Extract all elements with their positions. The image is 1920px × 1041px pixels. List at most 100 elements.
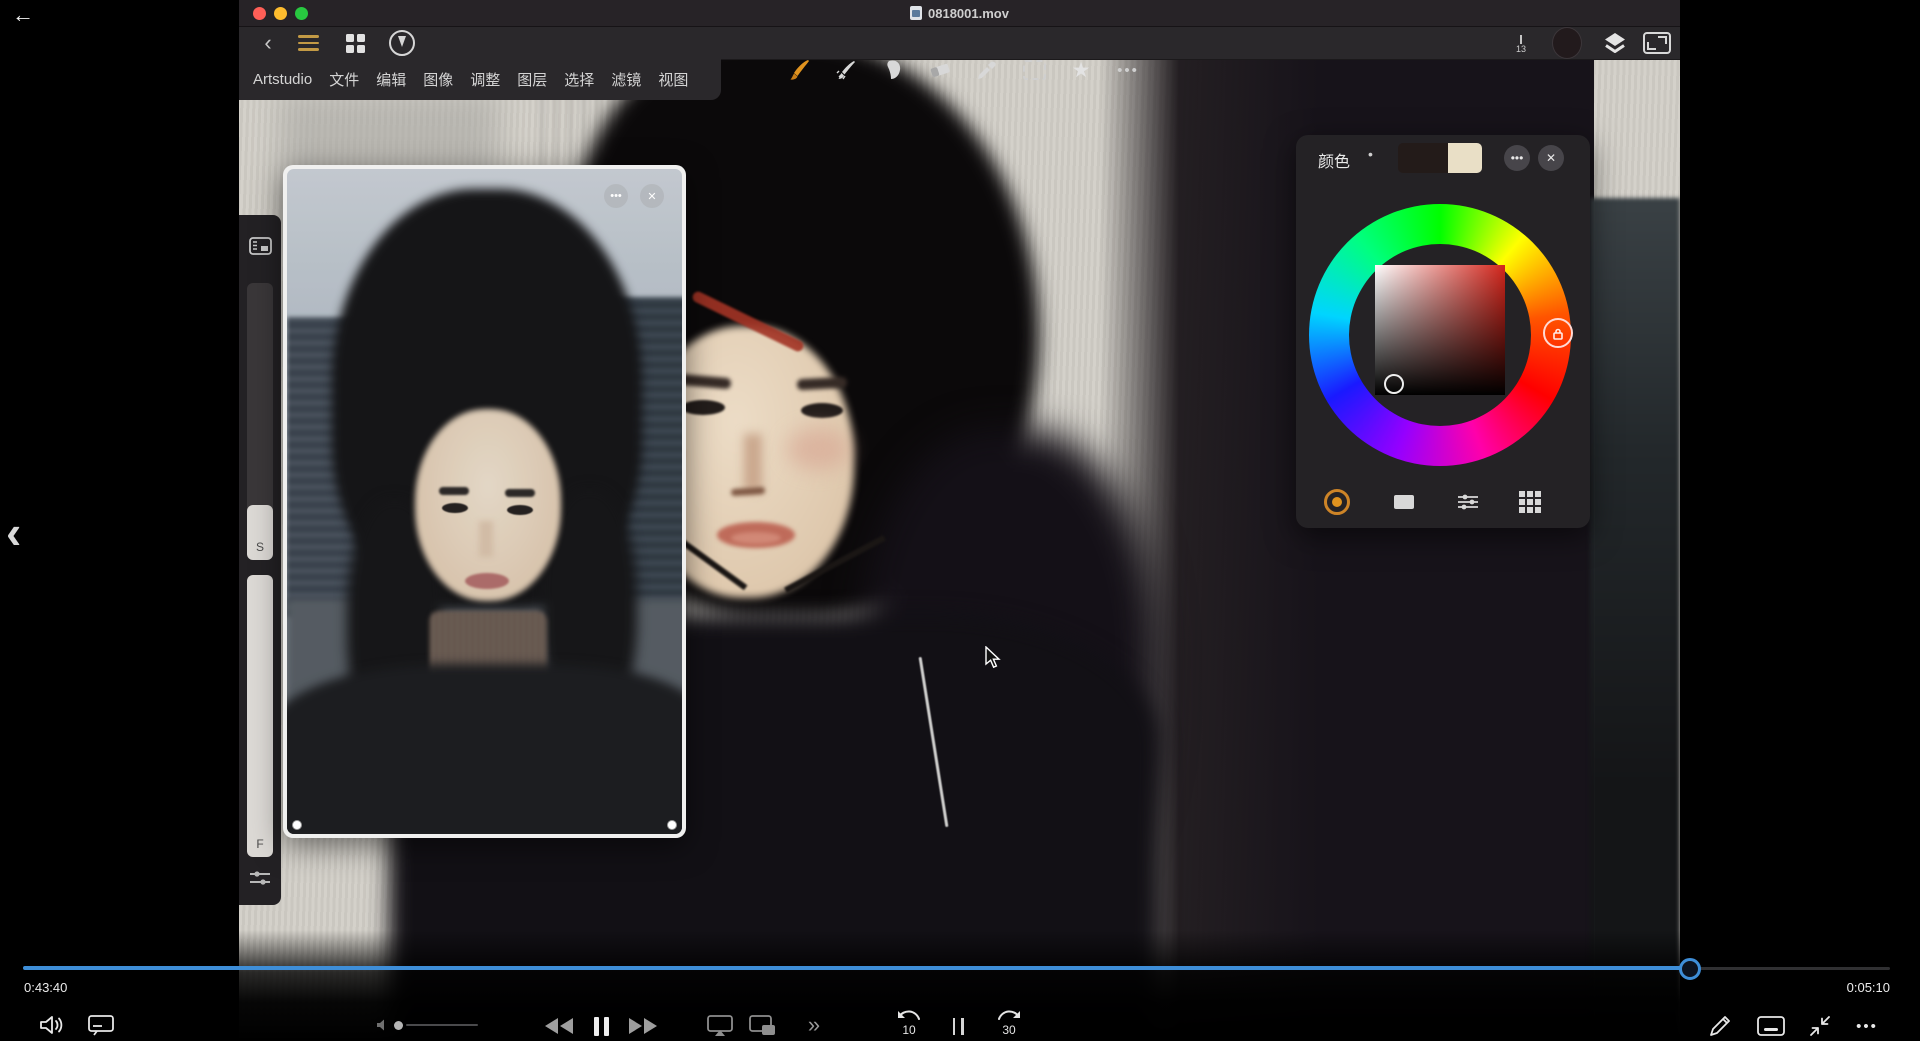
flow-slider-handle[interactable]: F	[247, 575, 273, 857]
subtitles-button[interactable]	[86, 1012, 116, 1038]
close-icon: ✕	[1545, 151, 1557, 165]
reference-close-button[interactable]: ✕	[640, 184, 664, 208]
color-panel-title-dot: •	[1368, 146, 1373, 162]
quick-tool-button[interactable]	[389, 27, 415, 59]
menu-image[interactable]: 图像	[423, 69, 453, 90]
more-controls-chevron[interactable]: »	[802, 1012, 826, 1038]
rail-settings-button[interactable]	[248, 870, 272, 891]
skip-back-arc-icon: 10	[898, 1010, 920, 1037]
volume-slider-knob[interactable]	[394, 1020, 403, 1030]
palette-grid-icon	[1519, 491, 1541, 513]
skip-back-10-button[interactable]: 10	[892, 1008, 926, 1040]
pause-button-secondary[interactable]	[948, 1014, 968, 1038]
menu-hamburger-button[interactable]	[295, 27, 321, 59]
brush-tool-button[interactable]	[787, 58, 811, 82]
skip-forward-30-button[interactable]: 30	[992, 1008, 1026, 1040]
mode-wheel-tab[interactable]	[1323, 488, 1351, 516]
volume-button[interactable]	[38, 1012, 66, 1038]
sv-cursor[interactable]	[1384, 374, 1404, 394]
markup-button[interactable]	[1706, 1012, 1734, 1040]
color-swatch-pair[interactable]	[1398, 143, 1482, 173]
app-toolbar: ‹ ★ ••• 13	[239, 27, 1680, 81]
player-more-button[interactable]: •••	[1850, 1012, 1884, 1040]
size-slider-handle[interactable]: S	[247, 505, 273, 560]
more-tools-button[interactable]: •••	[1116, 58, 1140, 82]
rewind-button[interactable]	[542, 1014, 576, 1038]
window-title: 0818001.mov	[928, 5, 1009, 21]
player-back-button[interactable]: ←	[12, 2, 34, 28]
menu-view[interactable]: 视图	[658, 69, 688, 90]
color-panel-more-button[interactable]: •••	[1504, 145, 1530, 171]
wet-brush-tool-button[interactable]	[834, 58, 858, 82]
menu-edit[interactable]: 编辑	[376, 69, 406, 90]
menu-file[interactable]: 文件	[329, 69, 359, 90]
reference-image-panel[interactable]: ••• ✕	[283, 165, 686, 838]
eraser-tool-button[interactable]	[928, 58, 952, 82]
menu-filter[interactable]: 滤镜	[611, 69, 641, 90]
wheel-mode-icon	[1324, 489, 1350, 515]
app-menubar: Artstudio 文件 编辑 图像 调整 图层 选择 滤镜 视图	[239, 59, 721, 100]
gallery-grid-button[interactable]	[343, 27, 367, 59]
mini-volume-cluster	[376, 1016, 478, 1034]
exit-fullscreen-button[interactable]	[1806, 1012, 1834, 1040]
reference-more-button[interactable]: •••	[604, 184, 628, 208]
menu-select[interactable]: 选择	[564, 69, 594, 90]
color-panel: 颜色 • ••• ✕	[1296, 135, 1590, 528]
current-color-well[interactable]	[1552, 27, 1582, 59]
remaining-time: 0:05:10	[1846, 980, 1890, 995]
primary-color-swatch[interactable]	[1398, 143, 1448, 173]
panel-toggle-icon	[249, 237, 272, 255]
paint-eye-right	[801, 403, 843, 418]
saturation-brightness-square[interactable]	[1375, 265, 1505, 395]
favorites-tool-button[interactable]: ★	[1069, 58, 1093, 82]
fullscreen-button[interactable]	[1643, 27, 1671, 59]
star-icon: ★	[1071, 58, 1091, 82]
cursor-arrow-icon	[985, 645, 1001, 669]
brush-slider-rail: S F	[239, 215, 281, 905]
color-panel-close-button[interactable]: ✕	[1538, 145, 1564, 171]
size-tick-icon	[1520, 34, 1522, 44]
window-title-group: 0818001.mov	[239, 0, 1680, 26]
hue-lock-indicator[interactable]	[1543, 318, 1573, 348]
fast-forward-icon	[629, 1018, 657, 1034]
skip-forward-label: 30	[1002, 1023, 1016, 1037]
rail-panel-toggle[interactable]	[249, 237, 272, 260]
picture-in-picture-icon	[749, 1015, 775, 1035]
fast-forward-button[interactable]	[626, 1014, 660, 1038]
ellipsis-icon: •••	[1510, 151, 1524, 165]
brush-size-value: 13	[1515, 43, 1526, 54]
pause-icon	[593, 1016, 609, 1036]
timeline-scrubber-knob[interactable]	[1679, 958, 1701, 980]
pause-button[interactable]	[589, 1014, 613, 1038]
box-mode-icon	[1394, 495, 1414, 509]
resize-handle-left[interactable]	[292, 820, 302, 830]
resize-handle-right[interactable]	[667, 820, 677, 830]
timeline-progress[interactable]	[23, 966, 1690, 970]
timeline-remaining[interactable]	[1690, 967, 1890, 970]
movie-file-icon	[910, 6, 923, 20]
selection-tool-button[interactable]	[1022, 58, 1046, 82]
wet-brush-icon	[836, 61, 855, 80]
airplay-button[interactable]	[706, 1014, 734, 1038]
close-icon: ✕	[647, 190, 657, 203]
touchbar-button[interactable]	[1756, 1014, 1786, 1038]
menu-adjust[interactable]: 调整	[470, 69, 500, 90]
volume-slider-track[interactable]	[406, 1023, 478, 1027]
window-titlebar: 0818001.mov	[239, 0, 1680, 27]
smudge-tool-button[interactable]	[881, 58, 905, 82]
previous-video-button[interactable]: ‹	[6, 505, 21, 559]
selection-icon	[1022, 60, 1046, 80]
smudge-icon	[887, 60, 901, 79]
eyedropper-tool-button[interactable]	[975, 58, 999, 82]
color-swatch-icon	[1552, 27, 1582, 59]
toolbar-back-button[interactable]: ‹	[257, 27, 279, 59]
menu-layer[interactable]: 图层	[517, 69, 547, 90]
mode-sliders-tab[interactable]	[1454, 488, 1482, 516]
hamburger-icon	[297, 35, 319, 51]
layers-button[interactable]	[1601, 27, 1629, 59]
secondary-color-swatch[interactable]	[1448, 143, 1482, 173]
pip-button[interactable]	[748, 1014, 778, 1038]
mode-palette-tab[interactable]	[1516, 488, 1544, 516]
menu-artstudio[interactable]: Artstudio	[253, 71, 312, 88]
mode-box-tab[interactable]	[1390, 488, 1418, 516]
